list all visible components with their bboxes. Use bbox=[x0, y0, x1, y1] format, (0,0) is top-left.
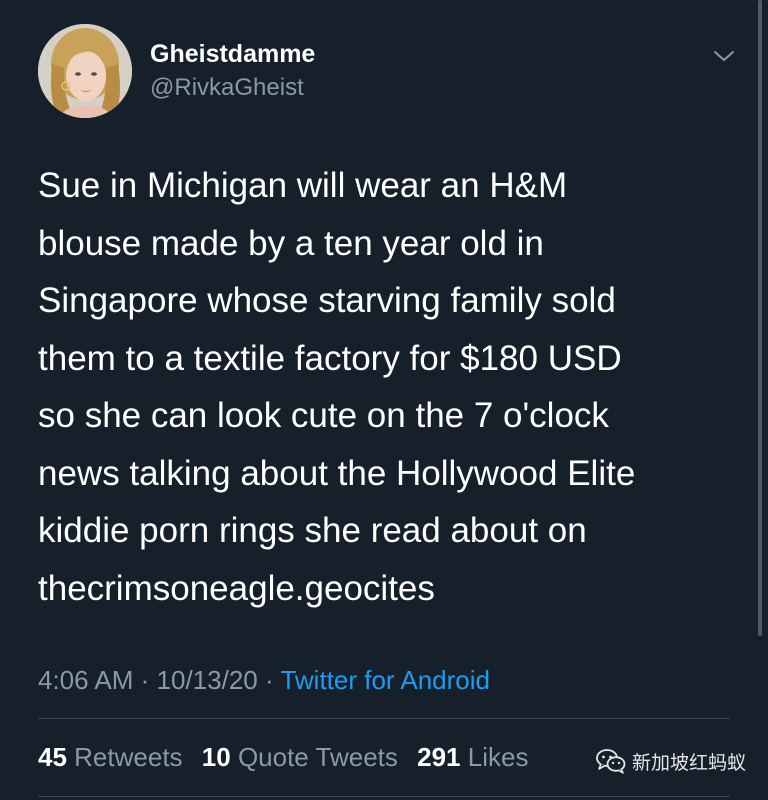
quote-tweets-label: Quote Tweets bbox=[237, 742, 398, 772]
divider bbox=[38, 718, 730, 719]
more-options-button[interactable] bbox=[710, 46, 738, 66]
likes-label: Likes bbox=[467, 742, 529, 772]
user-handle[interactable]: @RivkaGheist bbox=[150, 72, 315, 104]
watermark: 新加坡红蚂蚁 bbox=[596, 746, 746, 776]
retweets-count: 45 bbox=[38, 742, 67, 772]
retweets-label: Retweets bbox=[74, 742, 183, 772]
tweet-date[interactable]: 10/13/20 bbox=[157, 665, 258, 695]
likes-stat[interactable]: 291 Likes bbox=[417, 742, 528, 772]
scrollbar[interactable] bbox=[758, 0, 762, 636]
tweet-time[interactable]: 4:06 AM bbox=[38, 665, 133, 695]
tweet-text: Sue in Michigan will wear an H&M blouse … bbox=[38, 166, 636, 608]
engagement-stats: 45 Retweets 10 Quote Tweets 291 Likes bbox=[38, 738, 540, 776]
quote-tweets-stat[interactable]: 10 Quote Tweets bbox=[202, 742, 398, 772]
avatar-photo-icon bbox=[38, 24, 132, 118]
tweet-metadata: 4:06 AM · 10/13/20 · Twitter for Android bbox=[38, 662, 490, 698]
meta-separator: · bbox=[140, 665, 150, 695]
wechat-icon bbox=[596, 749, 626, 774]
chevron-down-icon bbox=[714, 51, 734, 61]
quote-tweets-count: 10 bbox=[201, 742, 231, 772]
display-name[interactable]: Gheistdamme bbox=[150, 38, 315, 70]
divider bbox=[38, 796, 730, 797]
tweet-source-link[interactable]: Twitter for Android bbox=[280, 665, 490, 695]
retweets-stat[interactable]: 45 Retweets bbox=[38, 742, 183, 772]
likes-count: 291 bbox=[417, 742, 461, 772]
tweet-card: Gheistdamme @RivkaGheist Sue in Michigan… bbox=[0, 0, 768, 800]
tweet-header: Gheistdamme @RivkaGheist bbox=[38, 24, 738, 120]
avatar[interactable] bbox=[38, 24, 132, 118]
user-names: Gheistdamme @RivkaGheist bbox=[150, 38, 315, 104]
meta-separator: · bbox=[265, 665, 274, 695]
watermark-text: 新加坡红蚂蚁 bbox=[632, 751, 747, 774]
